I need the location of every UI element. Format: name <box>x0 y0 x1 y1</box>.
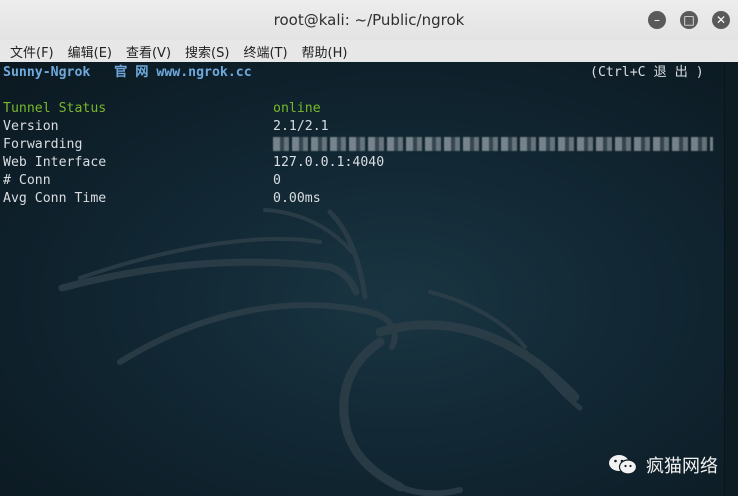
maximize-icon: □ <box>683 13 695 27</box>
terminal-header-title: Sunny-Ngrok 官 网 www.ngrok.cc <box>3 65 252 80</box>
forwarding-label: Forwarding <box>3 137 83 152</box>
minimize-icon: – <box>654 13 660 27</box>
version-label: Version <box>3 119 59 134</box>
avg-conn-time-label: Avg Conn Time <box>3 191 107 206</box>
menu-bar: 文件(F) 编辑(E) 查看(V) 搜索(S) 终端(T) 帮助(H) <box>0 40 738 63</box>
terminal-window: root@kali: ~/Public/ngrok – □ ✕ 文件(F) 编辑… <box>0 0 738 496</box>
web-interface-label: Web Interface <box>3 155 107 170</box>
close-button[interactable]: ✕ <box>712 11 730 29</box>
menu-terminal[interactable]: 终端(T) <box>243 42 287 61</box>
menu-help[interactable]: 帮助(H) <box>302 42 348 61</box>
terminal-header-exit-hint: (Ctrl+C 退 出 ) <box>590 65 704 80</box>
version-value: 2.1/2.1 <box>273 119 329 134</box>
close-icon: ✕ <box>715 13 727 27</box>
conn-count-label: # Conn <box>3 173 51 188</box>
avg-conn-time-value: 0.00ms <box>273 191 321 206</box>
minimize-button[interactable]: – <box>648 11 666 29</box>
tunnel-status-value: online <box>273 101 321 116</box>
terminal-scrollbar[interactable] <box>724 62 738 496</box>
watermark: 疯猫网络 <box>608 452 718 478</box>
kali-dragon-icon <box>58 208 583 496</box>
forwarding-value-redacted <box>273 137 713 151</box>
conn-count-value: 0 <box>273 173 281 188</box>
wechat-icon <box>609 455 638 475</box>
menu-file[interactable]: 文件(F) <box>10 42 54 61</box>
tunnel-status-label: Tunnel Status <box>3 101 107 116</box>
web-interface-value: 127.0.0.1:4040 <box>273 155 385 170</box>
terminal-output[interactable]: Sunny-Ngrok 官 网 www.ngrok.cc (Ctrl+C 退 出… <box>0 62 724 496</box>
menu-search[interactable]: 搜索(S) <box>185 42 229 61</box>
menu-view[interactable]: 查看(V) <box>126 42 171 61</box>
maximize-button[interactable]: □ <box>680 11 698 29</box>
title-bar[interactable]: root@kali: ~/Public/ngrok – □ ✕ <box>0 0 738 41</box>
menu-edit[interactable]: 编辑(E) <box>68 42 112 61</box>
watermark-text: 疯猫网络 <box>646 456 718 477</box>
window-title: root@kali: ~/Public/ngrok <box>273 11 465 29</box>
